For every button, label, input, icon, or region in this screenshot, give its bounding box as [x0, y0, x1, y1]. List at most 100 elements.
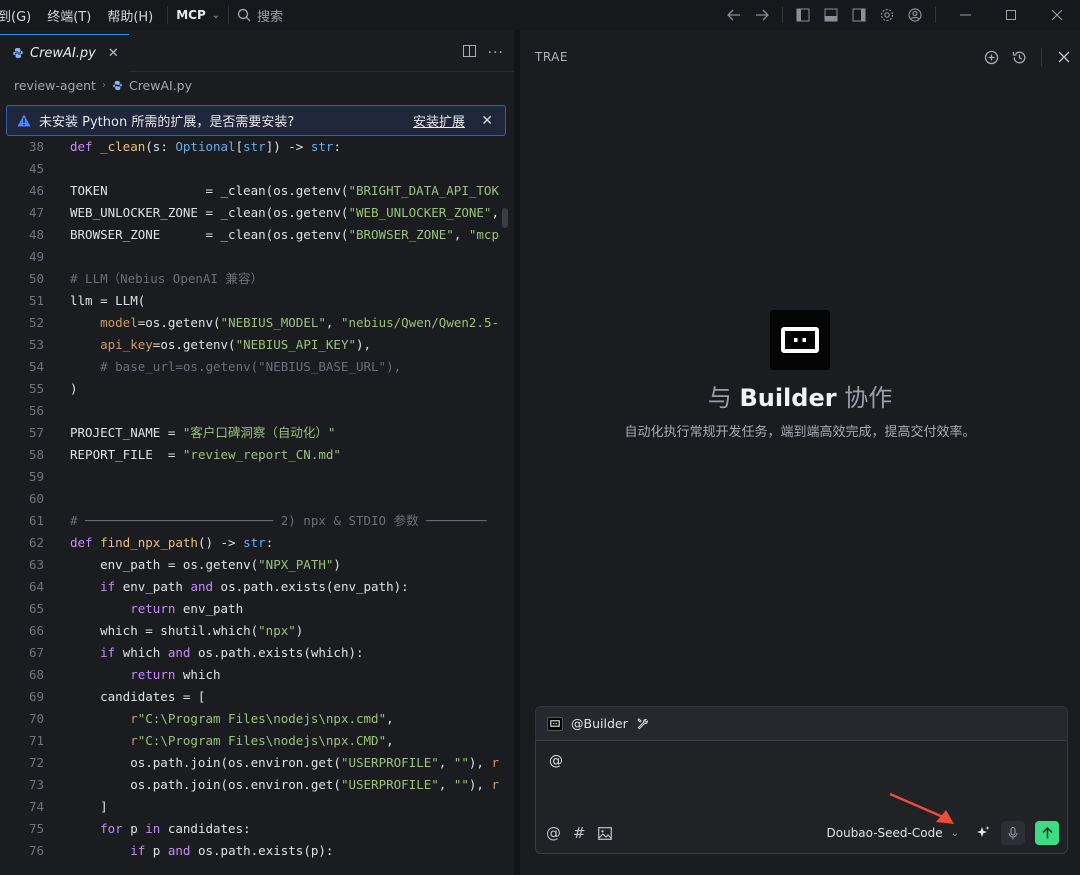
chat-input-value[interactable]: @: [549, 753, 563, 769]
line-number: 56: [28, 403, 44, 418]
code-line[interactable]: 69 candidates = [: [0, 686, 512, 708]
code-line[interactable]: 55): [0, 378, 512, 400]
hero-title-name: Builder: [739, 384, 837, 412]
settings-gear-icon[interactable]: [873, 0, 901, 30]
code-line[interactable]: 45: [0, 158, 512, 180]
code-line[interactable]: 51 llm = LLM(: [0, 290, 512, 312]
code-line[interactable]: 67 if which and os.path.exists(which):: [0, 642, 512, 664]
hashtag-icon[interactable]: #: [573, 824, 586, 842]
forward-arrow-icon[interactable]: [748, 0, 776, 30]
more-actions-icon[interactable]: ···: [488, 45, 504, 61]
toggle-left-sidebar-icon[interactable]: [789, 0, 817, 30]
menu-help[interactable]: 帮助(H): [99, 6, 161, 25]
code-line[interactable]: 56: [0, 400, 512, 422]
breadcrumb-file[interactable]: CrewAI.py: [129, 78, 192, 93]
code-line[interactable]: 73 os.path.join(os.environ.get("USERPROF…: [0, 774, 512, 796]
chat-input-field[interactable]: @ @ # Doubao-Seed-Code ⌄: [535, 740, 1068, 854]
line-number: 64: [28, 579, 44, 594]
image-upload-icon[interactable]: [597, 826, 612, 840]
title-bar: 到(G) 终端(T) 帮助(H) MCP ⌄ 搜索: [0, 0, 1080, 30]
ai-chat-panel: TRAE 与 Builder 协作 自动化执行常规开发任务，端到端高效完成，提高…: [520, 34, 1080, 875]
code-line[interactable]: 59: [0, 466, 512, 488]
line-number: 70: [28, 711, 44, 726]
code-line[interactable]: 54 # base_url=os.getenv("NEBIUS_BASE_URL…: [0, 356, 512, 378]
line-number: 38: [28, 139, 44, 154]
menu-terminal[interactable]: 终端(T): [39, 6, 99, 25]
close-notification-icon[interactable]: ✕: [481, 113, 493, 129]
code-line[interactable]: 70 r"C:\Program Files\nodejs\npx.cmd",: [0, 708, 512, 730]
code-text: model=os.getenv("NEBIUS_MODEL", "nebius/…: [100, 315, 500, 330]
close-panel-icon[interactable]: [1050, 34, 1078, 80]
line-number: 69: [28, 689, 44, 704]
line-number: 71: [28, 733, 44, 748]
code-line[interactable]: 68 return which: [0, 664, 512, 686]
microphone-button[interactable]: [1001, 821, 1025, 845]
python-file-icon: [113, 80, 122, 90]
sparkle-enhance-icon[interactable]: [975, 825, 991, 841]
minimize-window-icon[interactable]: [942, 0, 988, 30]
code-line[interactable]: 60: [0, 488, 512, 510]
code-line[interactable]: 63 env_path = os.getenv("NPX_PATH"): [0, 554, 512, 576]
breadcrumb-folder[interactable]: review-agent: [14, 78, 96, 93]
code-text: # ───────────────────────── 2) npx & STD…: [70, 513, 487, 528]
install-extension-link[interactable]: 安装扩展: [413, 111, 465, 130]
code-line[interactable]: 57 PROJECT_NAME = "客户口碑洞察（自动化）": [0, 422, 512, 444]
history-icon[interactable]: [1005, 34, 1033, 80]
code-line[interactable]: 38 def _clean(s: Optional[str]) -> str:: [0, 136, 512, 158]
menu-goto[interactable]: 到(G): [0, 6, 39, 25]
code-line[interactable]: 76 if p and os.path.exists(p):: [0, 840, 512, 862]
line-number: 73: [28, 777, 44, 792]
line-number: 74: [28, 799, 44, 814]
toggle-bottom-panel-icon[interactable]: [817, 0, 845, 30]
close-window-icon[interactable]: [1034, 0, 1080, 30]
code-line[interactable]: 72 os.path.join(os.environ.get("USERPROF…: [0, 752, 512, 774]
builder-small-logo-icon: [547, 716, 563, 731]
code-line[interactable]: 50 # LLM（Nebius OpenAI 兼容）: [0, 268, 512, 290]
mcp-dropdown[interactable]: MCP ⌄: [167, 6, 230, 24]
code-line[interactable]: 61 # ───────────────────────── 2) npx & S…: [0, 510, 512, 532]
code-text: ): [70, 381, 78, 396]
code-editor[interactable]: 38 def _clean(s: Optional[str]) -> str: 45…: [0, 136, 512, 875]
code-text: env_path = os.getenv("NPX_PATH"): [70, 557, 341, 572]
code-line[interactable]: 47 WEB_UNLOCKER_ZONE = _clean(os.getenv("…: [0, 202, 512, 224]
line-number: 49: [28, 249, 44, 264]
code-line[interactable]: 52 model=os.getenv("NEBIUS_MODEL", "nebi…: [0, 312, 512, 334]
chevron-right-icon: ›: [101, 79, 106, 91]
code-line[interactable]: 46 TOKEN = _clean(os.getenv("BRIGHT_DATA_…: [0, 180, 512, 202]
line-number: 67: [28, 645, 44, 660]
line-number: 54: [28, 359, 44, 374]
code-line[interactable]: 49: [0, 246, 512, 268]
code-text: return which: [130, 667, 221, 682]
line-number: 58: [28, 447, 44, 462]
toggle-right-sidebar-icon[interactable]: [845, 0, 873, 30]
line-number: 55: [28, 381, 44, 396]
search-box[interactable]: 搜索: [237, 6, 283, 25]
code-line[interactable]: 75 for p in candidates:: [0, 818, 512, 840]
account-icon[interactable]: [901, 0, 929, 30]
new-chat-icon[interactable]: [977, 34, 1005, 80]
split-editor-icon[interactable]: [462, 45, 476, 61]
warning-icon: [17, 114, 31, 127]
code-line[interactable]: 53 api_key=os.getenv("NEBIUS_API_KEY"),: [0, 334, 512, 356]
mention-at-icon[interactable]: @: [546, 824, 561, 842]
code-line[interactable]: 58 REPORT_FILE = "review_report_CN.md": [0, 444, 512, 466]
send-button[interactable]: [1035, 821, 1059, 845]
line-number: 48: [28, 227, 44, 242]
code-text: TOKEN = _clean(os.getenv("BRIGHT_DATA_AP…: [70, 183, 499, 198]
close-tab-icon[interactable]: ✕: [108, 46, 119, 61]
menu-bar: 到(G) 终端(T) 帮助(H): [0, 0, 161, 30]
back-arrow-icon[interactable]: [720, 0, 748, 30]
code-line[interactable]: 48 BROWSER_ZONE = _clean(os.getenv("BROWS…: [0, 224, 512, 246]
line-number: 59: [28, 469, 44, 484]
code-line[interactable]: 62 def find_npx_path() -> str:: [0, 532, 512, 554]
maximize-window-icon[interactable]: [988, 0, 1034, 30]
code-line[interactable]: 74 ]: [0, 796, 512, 818]
code-line[interactable]: 65 return env_path: [0, 598, 512, 620]
tab-crewai-py[interactable]: CrewAI.py ✕: [0, 33, 129, 72]
code-line[interactable]: 71 r"C:\Program Files\nodejs\npx.CMD",: [0, 730, 512, 752]
editor-scrollbar[interactable]: [502, 208, 508, 228]
code-line[interactable]: 66 which = shutil.which("npx"): [0, 620, 512, 642]
line-number: 50: [28, 271, 44, 286]
tools-icon[interactable]: [636, 717, 649, 730]
code-line[interactable]: 64 if env_path and os.path.exists(env_pa…: [0, 576, 512, 598]
